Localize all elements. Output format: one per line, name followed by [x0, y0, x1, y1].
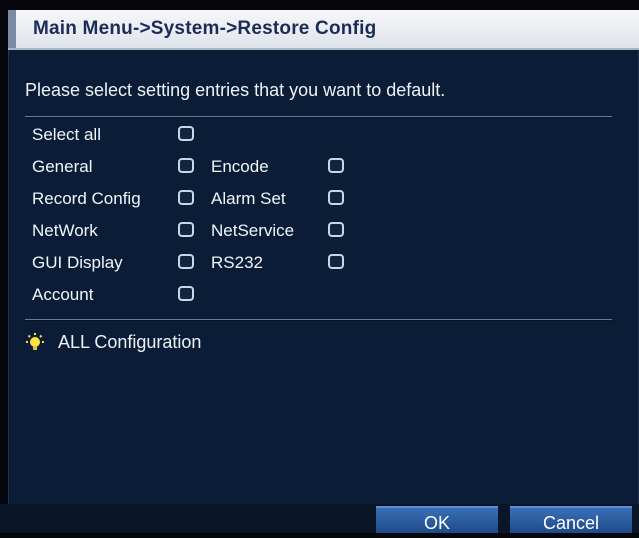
- rs232-label: RS232: [211, 253, 263, 272]
- alarm-set-checkbox[interactable]: [328, 190, 344, 205]
- lightbulb-icon: [26, 333, 44, 350]
- ok-button[interactable]: OK: [376, 506, 498, 533]
- gui-display-label: GUI Display: [32, 253, 123, 272]
- netservice-checkbox[interactable]: [328, 222, 344, 237]
- record-config-checkbox[interactable]: [178, 190, 194, 205]
- status-text: ALL Configuration: [58, 332, 202, 352]
- cancel-button[interactable]: Cancel: [510, 506, 632, 533]
- alarm-set-label: Alarm Set: [211, 189, 286, 208]
- account-checkbox[interactable]: [178, 286, 194, 301]
- select-all-checkbox[interactable]: [178, 126, 194, 141]
- account-label: Account: [32, 285, 94, 304]
- general-checkbox[interactable]: [178, 158, 194, 173]
- record-config-label: Record Config: [32, 189, 141, 208]
- bottom-divider: [25, 319, 612, 320]
- select-all-label: Select all: [32, 125, 101, 144]
- network-label: NetWork: [32, 221, 98, 240]
- gui-display-checkbox[interactable]: [178, 254, 194, 269]
- rs232-checkbox[interactable]: [328, 254, 344, 269]
- network-checkbox[interactable]: [178, 222, 194, 237]
- title-accent: [8, 10, 16, 48]
- general-label: General: [32, 157, 93, 176]
- instruction-text: Please select setting entries that you w…: [25, 80, 446, 100]
- netservice-label: NetService: [211, 221, 295, 240]
- encode-label: Encode: [211, 157, 269, 176]
- top-divider: [25, 116, 612, 117]
- dialog-title: Main Menu->System->Restore Config: [33, 18, 377, 39]
- title-bar: Main Menu->System->Restore Config: [8, 10, 639, 50]
- encode-checkbox[interactable]: [328, 158, 344, 173]
